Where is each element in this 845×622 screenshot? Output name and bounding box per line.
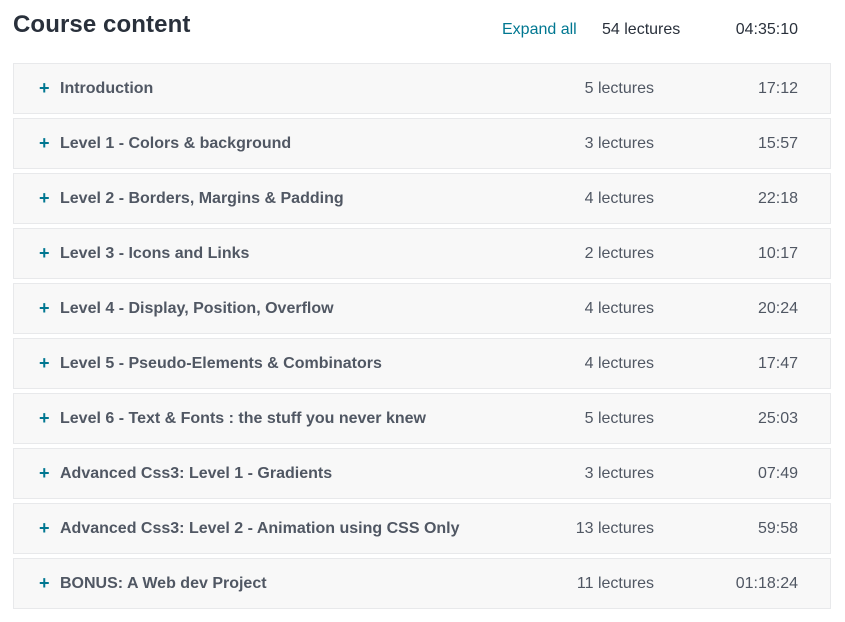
section-lecture-count: 5 lectures	[584, 80, 654, 97]
plus-icon: +	[39, 573, 50, 593]
plus-icon: +	[39, 78, 50, 98]
section-lecture-count: 2 lectures	[584, 245, 654, 262]
section-title: Level 1 - Colors & background	[60, 135, 292, 152]
section-title: Advanced Css3: Level 2 - Animation using…	[60, 520, 460, 537]
section-title: Level 2 - Borders, Margins & Padding	[60, 190, 344, 207]
section-title: Level 6 - Text & Fonts : the stuff you n…	[60, 410, 426, 427]
plus-icon: +	[39, 518, 50, 538]
section-duration: 17:47	[757, 355, 798, 372]
section-list: + Introduction 5 lectures 17:12 + Level …	[13, 63, 831, 613]
section-duration: 01:18:24	[735, 575, 798, 592]
expand-all-button[interactable]: Expand all	[502, 21, 577, 39]
plus-icon: +	[39, 463, 50, 483]
section-lecture-count: 4 lectures	[584, 190, 654, 207]
section-lecture-count: 3 lectures	[584, 135, 654, 152]
section-title: Level 5 - Pseudo-Elements & Combinators	[60, 355, 382, 372]
plus-icon: +	[39, 408, 50, 428]
section-row[interactable]: + BONUS: A Web dev Project 11 lectures 0…	[13, 558, 831, 609]
plus-icon: +	[39, 243, 50, 263]
course-content-header: Course content Expand all 54 lectures 04…	[0, 0, 845, 60]
section-title: Level 4 - Display, Position, Overflow	[60, 300, 334, 317]
section-title: Advanced Css3: Level 1 - Gradients	[60, 465, 333, 482]
section-row[interactable]: + Level 6 - Text & Fonts : the stuff you…	[13, 393, 831, 444]
section-row[interactable]: + Advanced Css3: Level 1 - Gradients 3 l…	[13, 448, 831, 499]
section-row[interactable]: + Level 5 - Pseudo-Elements & Combinator…	[13, 338, 831, 389]
section-lecture-count: 4 lectures	[584, 300, 654, 317]
plus-icon: +	[39, 353, 50, 373]
section-row[interactable]: + Level 2 - Borders, Margins & Padding 4…	[13, 173, 831, 224]
section-duration: 20:24	[757, 300, 798, 317]
section-title: Introduction	[60, 80, 154, 97]
section-row[interactable]: + Introduction 5 lectures 17:12	[13, 63, 831, 114]
section-duration: 17:12	[757, 80, 798, 97]
section-title: Level 3 - Icons and Links	[60, 245, 250, 262]
page-title: Course content	[13, 11, 191, 38]
plus-icon: +	[39, 188, 50, 208]
section-duration: 59:58	[757, 520, 798, 537]
section-duration: 10:17	[757, 245, 798, 262]
section-row[interactable]: + Level 1 - Colors & background 3 lectur…	[13, 118, 831, 169]
total-duration: 04:35:10	[735, 21, 798, 38]
section-title: BONUS: A Web dev Project	[60, 575, 267, 592]
section-duration: 15:57	[757, 135, 798, 152]
section-row[interactable]: + Advanced Css3: Level 2 - Animation usi…	[13, 503, 831, 554]
total-lectures-count: 54 lectures	[602, 21, 681, 38]
plus-icon: +	[39, 133, 50, 153]
section-lecture-count: 3 lectures	[584, 465, 654, 482]
section-duration: 25:03	[757, 410, 798, 427]
section-lecture-count: 11 lectures	[576, 575, 654, 592]
section-lecture-count: 4 lectures	[584, 355, 654, 372]
section-duration: 22:18	[757, 190, 798, 207]
section-lecture-count: 5 lectures	[584, 410, 654, 427]
section-duration: 07:49	[757, 465, 798, 482]
plus-icon: +	[39, 298, 50, 318]
section-row[interactable]: + Level 4 - Display, Position, Overflow …	[13, 283, 831, 334]
section-lecture-count: 13 lectures	[575, 520, 654, 537]
section-row[interactable]: + Level 3 - Icons and Links 2 lectures 1…	[13, 228, 831, 279]
